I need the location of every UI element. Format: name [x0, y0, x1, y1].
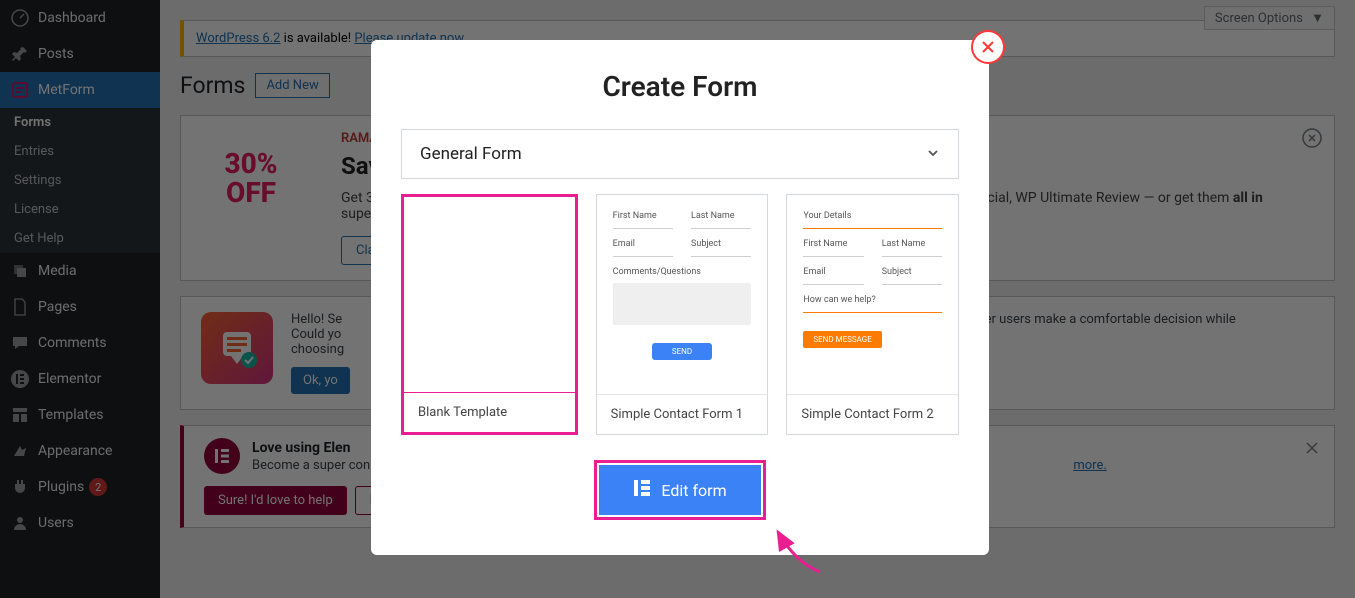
template-preview: [404, 197, 575, 392]
template-card-simple1[interactable]: First Name Last Name Email Subject Comme…: [596, 194, 769, 435]
template-name: Simple Contact Form 1: [597, 394, 768, 434]
modal-title: Create Form: [401, 70, 959, 103]
preview-send-button: SEND: [652, 343, 712, 360]
template-card-simple2[interactable]: Your Details First Name Last Name Email …: [786, 194, 959, 435]
template-name: Simple Contact Form 2: [787, 394, 958, 434]
edit-form-label: Edit form: [661, 481, 726, 500]
select-value: General Form: [420, 144, 522, 164]
template-preview: Your Details First Name Last Name Email …: [787, 195, 958, 394]
preview-send-button: SEND MESSAGE: [803, 331, 881, 348]
chevron-down-icon: [926, 145, 940, 164]
elementor-icon: [633, 479, 651, 501]
template-card-blank[interactable]: Blank Template: [401, 194, 578, 435]
template-preview: First Name Last Name Email Subject Comme…: [597, 195, 768, 394]
create-form-modal: Create Form General Form Blank Template …: [371, 40, 989, 555]
modal-close-button[interactable]: [971, 30, 1005, 64]
form-type-select[interactable]: General Form: [401, 129, 959, 179]
templates-grid: Blank Template First Name Last Name Emai…: [401, 194, 959, 435]
template-name: Blank Template: [404, 392, 575, 432]
edit-form-button[interactable]: Edit form: [599, 465, 760, 515]
